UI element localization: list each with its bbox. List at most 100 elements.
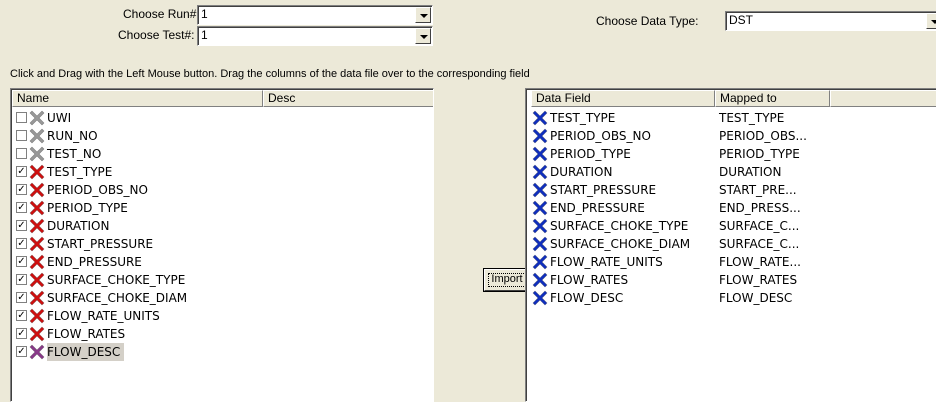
mapped-to-value: DURATION <box>719 165 782 179</box>
blue-x-icon <box>532 254 548 270</box>
data-type-label: Choose Data Type: <box>596 14 699 28</box>
mapping-row[interactable]: PERIOD_OBS_NO PERIOD_OBS... <box>526 127 936 145</box>
data-type-select-value: DST <box>729 13 753 27</box>
column-name: END_PRESSURE <box>47 255 142 269</box>
column-header-name[interactable]: Name <box>12 90 263 107</box>
include-checkbox[interactable]: ✓ <box>16 310 27 321</box>
mapping-row[interactable]: SURFACE_CHOKE_TYPE SURFACE_C... <box>526 217 936 235</box>
test-select[interactable]: 1 <box>197 26 433 46</box>
mapped-to-value: PERIOD_TYPE <box>719 147 800 161</box>
list-item[interactable]: ✓ FLOW_DESC <box>11 343 433 361</box>
list-item[interactable]: ✓ START_PRESSURE <box>11 235 433 253</box>
import-button[interactable]: Import <box>483 268 531 292</box>
column-name: FLOW_RATES <box>47 327 126 341</box>
column-name: PERIOD_OBS_NO <box>47 183 148 197</box>
mapping-row[interactable]: SURFACE_CHOKE_DIAM SURFACE_C... <box>526 235 936 253</box>
mapping-row[interactable]: PERIOD_TYPE PERIOD_TYPE <box>526 145 936 163</box>
data-field-name: PERIOD_TYPE <box>550 147 631 161</box>
instructions-text: Click and Drag with the Left Mouse butto… <box>10 68 530 80</box>
mapped-to-value: START_PRE... <box>719 183 797 197</box>
column-name: TEST_NO <box>47 147 102 161</box>
purple-x-icon <box>29 344 45 360</box>
column-header-mapped-to[interactable]: Mapped to <box>715 90 830 107</box>
data-field-name: FLOW_DESC <box>550 291 624 305</box>
include-checkbox[interactable]: ✓ <box>16 184 27 195</box>
blue-x-icon <box>532 146 548 162</box>
data-field-name: PERIOD_OBS_NO <box>550 129 651 143</box>
mapping-row[interactable]: DURATION DURATION <box>526 163 936 181</box>
mapped-to-value: FLOW_DESC <box>719 291 793 305</box>
test-select-value: 1 <box>201 28 208 42</box>
mapping-row[interactable]: START_PRESSURE START_PRE... <box>526 181 936 199</box>
list-item[interactable]: ✓ FLOW_RATE_UNITS <box>11 307 433 325</box>
data-field-mapping-list[interactable]: Data Field Mapped to TEST_TYPE TEST_TYPE P… <box>525 88 936 402</box>
mapped-to-value: SURFACE_C... <box>719 237 800 251</box>
list-item[interactable]: TEST_NO <box>11 145 433 163</box>
run-label: Choose Run#: <box>123 7 200 21</box>
data-field-name: TEST_TYPE <box>550 111 616 125</box>
column-header-data-field[interactable]: Data Field <box>531 90 715 107</box>
column-name: FLOW_DESC <box>47 343 125 361</box>
blue-x-icon <box>532 236 548 252</box>
run-select-value: 1 <box>201 7 208 21</box>
include-checkbox[interactable] <box>16 130 27 141</box>
grey-x-icon <box>29 146 45 162</box>
mapping-row[interactable]: FLOW_RATES FLOW_RATES <box>526 271 936 289</box>
list-item[interactable]: ✓ PERIOD_OBS_NO <box>11 181 433 199</box>
data-field-name: START_PRESSURE <box>550 183 657 197</box>
data-type-select[interactable]: DST <box>725 11 936 31</box>
red-x-icon <box>29 236 45 252</box>
data-field-name: FLOW_RATE_UNITS <box>550 255 663 269</box>
mapped-to-value: FLOW_RATES <box>719 273 798 287</box>
blue-x-icon <box>532 128 548 144</box>
include-checkbox[interactable]: ✓ <box>16 220 27 231</box>
column-header-empty <box>830 90 936 107</box>
source-columns-list[interactable]: Name Desc UWI RUN_NO TEST_NO ✓ TEST_TYPE ✓ PER… <box>10 88 434 402</box>
data-field-name: FLOW_RATES <box>550 273 629 287</box>
data-field-name: SURFACE_CHOKE_DIAM <box>550 237 691 251</box>
include-checkbox[interactable]: ✓ <box>16 346 27 357</box>
list-item[interactable]: ✓ DURATION <box>11 217 433 235</box>
grey-x-icon <box>29 128 45 144</box>
include-checkbox[interactable] <box>16 148 27 159</box>
include-checkbox[interactable] <box>16 112 27 123</box>
include-checkbox[interactable]: ✓ <box>16 256 27 267</box>
list-item[interactable]: ✓ END_PRESSURE <box>11 253 433 271</box>
mapping-row[interactable]: FLOW_DESC FLOW_DESC <box>526 289 936 307</box>
column-name: TEST_TYPE <box>47 165 113 179</box>
red-x-icon <box>29 308 45 324</box>
chevron-down-icon[interactable] <box>926 13 936 29</box>
column-name: PERIOD_TYPE <box>47 201 128 215</box>
list-item[interactable]: ✓ FLOW_RATES <box>11 325 433 343</box>
column-name: RUN_NO <box>47 129 98 143</box>
include-checkbox[interactable]: ✓ <box>16 292 27 303</box>
include-checkbox[interactable]: ✓ <box>16 274 27 285</box>
mapping-row[interactable]: FLOW_RATE_UNITS FLOW_RATE... <box>526 253 936 271</box>
blue-x-icon <box>532 272 548 288</box>
red-x-icon <box>29 164 45 180</box>
include-checkbox[interactable]: ✓ <box>16 202 27 213</box>
mapped-to-value: END_PRESS... <box>719 201 801 215</box>
data-field-name: END_PRESSURE <box>550 201 645 215</box>
list-item[interactable]: ✓ SURFACE_CHOKE_TYPE <box>11 271 433 289</box>
include-checkbox[interactable]: ✓ <box>16 238 27 249</box>
list-item[interactable]: UWI <box>11 109 433 127</box>
blue-x-icon <box>532 290 548 306</box>
list-item[interactable]: ✓ SURFACE_CHOKE_DIAM <box>11 289 433 307</box>
include-checkbox[interactable]: ✓ <box>16 328 27 339</box>
list-item[interactable]: RUN_NO <box>11 127 433 145</box>
run-select[interactable]: 1 <box>197 5 433 25</box>
red-x-icon <box>29 182 45 198</box>
mapping-row[interactable]: TEST_TYPE TEST_TYPE <box>526 109 936 127</box>
chevron-down-icon[interactable] <box>415 7 431 23</box>
column-name: SURFACE_CHOKE_DIAM <box>47 291 188 305</box>
test-label: Choose Test#: <box>118 28 195 42</box>
column-name: START_PRESSURE <box>47 237 154 251</box>
list-item[interactable]: ✓ TEST_TYPE <box>11 163 433 181</box>
list-item[interactable]: ✓ PERIOD_TYPE <box>11 199 433 217</box>
mapping-row[interactable]: END_PRESSURE END_PRESS... <box>526 199 936 217</box>
chevron-down-icon[interactable] <box>415 28 431 44</box>
column-header-desc[interactable]: Desc <box>263 90 433 107</box>
red-x-icon <box>29 326 45 342</box>
include-checkbox[interactable]: ✓ <box>16 166 27 177</box>
